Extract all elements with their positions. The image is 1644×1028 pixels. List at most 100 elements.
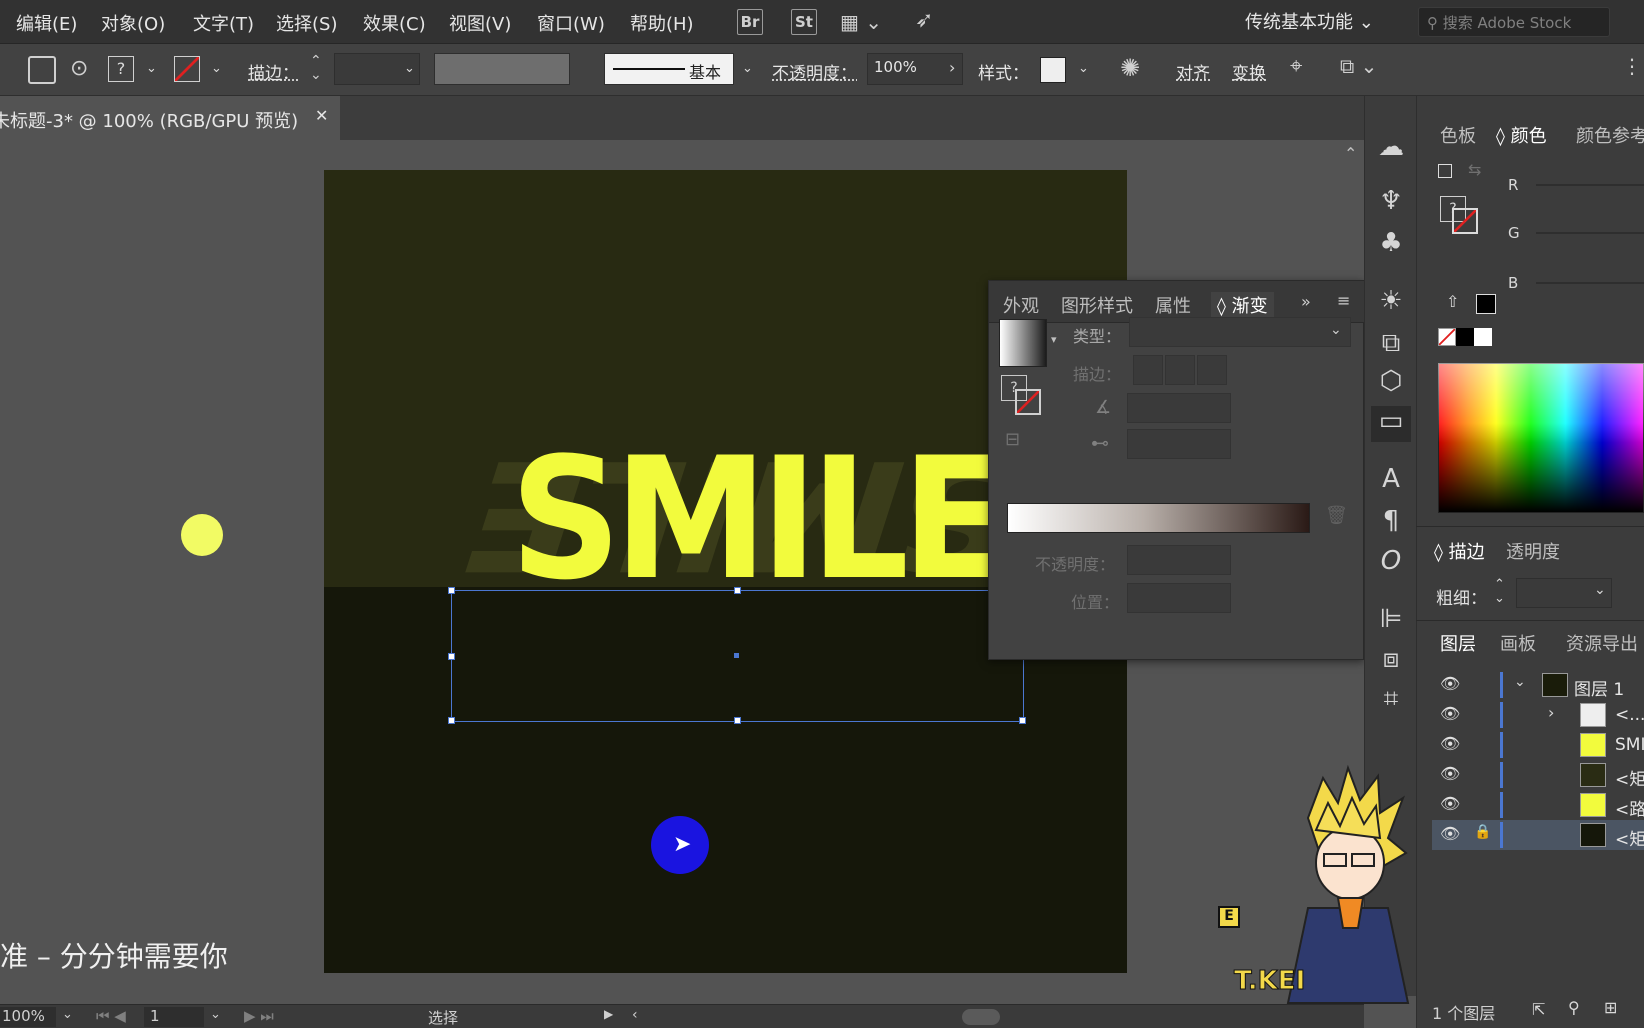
swap-colors-icon[interactable]: ⇆	[1468, 160, 1481, 179]
tab-asset-export[interactable]: 资源导出	[1566, 630, 1638, 656]
expand-icon[interactable]: »	[1301, 292, 1311, 311]
tab-attributes[interactable]: 属性	[1155, 292, 1191, 318]
last-artboard-icon[interactable]: ▶ ⏭	[244, 1007, 274, 1025]
symbols-icon[interactable]: ♣	[1365, 228, 1417, 258]
transform-link[interactable]: 变换	[1232, 59, 1266, 84]
chevron-down-icon[interactable]: ⌄	[1078, 61, 1089, 76]
document-tab[interactable]: 未标题-3* @ 100% (RGB/GPU 预览) ✕	[0, 96, 340, 140]
tab-appearance[interactable]: 外观	[1003, 292, 1039, 318]
rocket-icon[interactable]: ➶	[915, 8, 933, 33]
pathfinder-icon[interactable]: ⧈	[1365, 644, 1417, 675]
visibility-eye-icon[interactable]: 👁	[1440, 824, 1460, 843]
stroke-stepper[interactable]: ⌃ ⌄	[310, 54, 322, 82]
white-swatch[interactable]	[1474, 328, 1492, 346]
chevron-down-icon[interactable]: ⌄	[404, 61, 415, 76]
smile-text[interactable]: SMILE	[510, 435, 1007, 603]
appearance-icon[interactable]: ☀	[1365, 286, 1417, 316]
brushes-icon[interactable]: ♆	[1365, 186, 1417, 216]
resize-handle[interactable]	[448, 717, 455, 724]
visibility-eye-icon[interactable]: 👁	[1440, 794, 1460, 813]
lock-icon[interactable]: 🔒	[1474, 824, 1491, 840]
resize-handle[interactable]	[448, 587, 455, 594]
tab-color[interactable]: ◊ 颜色	[1496, 122, 1547, 148]
stroke-gradient-within[interactable]	[1133, 355, 1163, 385]
panel-menu-icon[interactable]: ⋮⋮	[1622, 54, 1644, 78]
creative-cloud-libraries-icon[interactable]: ☁	[1365, 132, 1417, 162]
target-icon[interactable]: ⊙	[70, 56, 88, 81]
resize-handle[interactable]	[1019, 717, 1026, 724]
chevron-down-icon[interactable]: ⌄	[1514, 674, 1526, 690]
menu-window[interactable]: 窗口(W)	[537, 10, 605, 36]
stroke-swatch[interactable]	[1452, 208, 1478, 234]
status-menu-icon[interactable]: ▶	[604, 1007, 613, 1021]
gradient-slider[interactable]	[1007, 503, 1310, 533]
chevron-right-icon[interactable]: ›	[1548, 703, 1554, 722]
workspace-switcher[interactable]: 传统基本功能 ⌄	[1245, 8, 1374, 34]
bridge-button[interactable]: Br	[737, 9, 763, 35]
close-icon[interactable]: ✕	[315, 106, 328, 125]
visibility-eye-icon[interactable]: 👁	[1440, 674, 1460, 693]
chevron-down-icon[interactable]: ⌄	[146, 61, 157, 76]
character-icon[interactable]: A	[1365, 464, 1417, 494]
stroke-gradient-along[interactable]	[1165, 355, 1195, 385]
menu-effect[interactable]: 效果(C)	[363, 10, 426, 36]
selection-mode-icon[interactable]	[28, 56, 56, 84]
scroll-left-icon[interactable]: ‹	[632, 1007, 638, 1023]
resize-handle[interactable]	[448, 653, 455, 660]
tab-stroke[interactable]: ◊ 描边	[1434, 538, 1485, 564]
arrange-icon[interactable]: ⧉ ⌄	[1340, 54, 1377, 78]
layer-row[interactable]: 👁 🔒 <矩	[1432, 820, 1644, 850]
gradient-type-dropdown[interactable]: ⌄	[1129, 317, 1351, 347]
menu-edit[interactable]: 编辑(E)	[16, 10, 77, 36]
chevron-right-icon[interactable]: ›	[949, 58, 955, 77]
chevron-down-icon[interactable]: ▾	[1051, 333, 1057, 346]
layer-row[interactable]: 👁 <矩	[1432, 760, 1644, 790]
panel-menu-icon[interactable]: ≡	[1337, 291, 1350, 310]
menu-view[interactable]: 视图(V)	[449, 10, 511, 36]
chevron-down-icon[interactable]: ⌄	[742, 61, 753, 76]
none-swatch[interactable]	[1438, 328, 1456, 346]
r-slider[interactable]	[1536, 184, 1644, 186]
isolate-icon[interactable]: ⌖	[1290, 54, 1302, 79]
artboards-icon[interactable]: ⌗	[1365, 684, 1417, 715]
menu-select[interactable]: 选择(S)	[276, 10, 337, 36]
gradient-icon[interactable]: ▭	[1371, 406, 1411, 442]
visibility-eye-icon[interactable]: 👁	[1440, 764, 1460, 783]
tab-graphic-styles[interactable]: 图形样式	[1061, 292, 1133, 318]
gradient-opacity-field[interactable]	[1127, 545, 1231, 575]
stroke-swatch[interactable]	[174, 56, 200, 82]
gradient-swatch[interactable]	[999, 319, 1047, 367]
chevron-down-icon[interactable]: ⌄	[1594, 582, 1606, 598]
paragraph-icon[interactable]: ¶	[1365, 506, 1417, 536]
out-of-gamut-icon[interactable]: ⇧	[1446, 292, 1459, 311]
stock-search-input[interactable]: ⚲ 搜索 Adobe Stock	[1418, 7, 1610, 37]
tab-artboards[interactable]: 画板	[1500, 630, 1536, 656]
transform-icon[interactable]: ⧉	[1365, 328, 1417, 359]
3d-icon[interactable]: ⬡	[1365, 366, 1417, 396]
stroke-style-field[interactable]: 基本	[604, 53, 734, 85]
align-icon[interactable]: ⊫	[1365, 604, 1417, 634]
first-artboard-icon[interactable]: ⏮ ◀	[96, 1007, 126, 1025]
tab-swatches[interactable]: 色板	[1440, 122, 1476, 148]
stroke-weight-stepper[interactable]: ⌃ ⌄	[1494, 578, 1505, 606]
chevron-down-icon[interactable]: ⌄	[62, 1007, 73, 1022]
default-colors-icon[interactable]	[1438, 164, 1452, 178]
recolor-icon[interactable]: ✺	[1120, 54, 1140, 82]
variable-width-field[interactable]	[434, 53, 570, 85]
new-layer-icon[interactable]: ⊞	[1604, 998, 1617, 1017]
zoom-field[interactable]: 100%	[0, 1007, 56, 1027]
resize-handle[interactable]	[734, 717, 741, 724]
scroll-up-icon[interactable]: ⌃	[1344, 144, 1357, 163]
yellow-circle-shape[interactable]	[181, 514, 223, 556]
graphic-style-swatch[interactable]	[1040, 57, 1066, 83]
trash-icon[interactable]: 🗑	[1325, 505, 1348, 526]
opacity-label[interactable]: 不透明度：	[772, 59, 857, 84]
arrange-documents-icon[interactable]: ▦ ⌄	[840, 10, 882, 34]
export-icon[interactable]: ⇱	[1532, 1000, 1545, 1019]
layer-row[interactable]: 👁 › <...	[1432, 700, 1644, 730]
menu-help[interactable]: 帮助(H)	[630, 10, 694, 36]
b-slider[interactable]	[1536, 282, 1644, 284]
selection-bounding-box[interactable]	[448, 587, 1026, 724]
last-color-swatch[interactable]	[1476, 294, 1496, 314]
stroke-label[interactable]: 描边：	[248, 59, 299, 84]
